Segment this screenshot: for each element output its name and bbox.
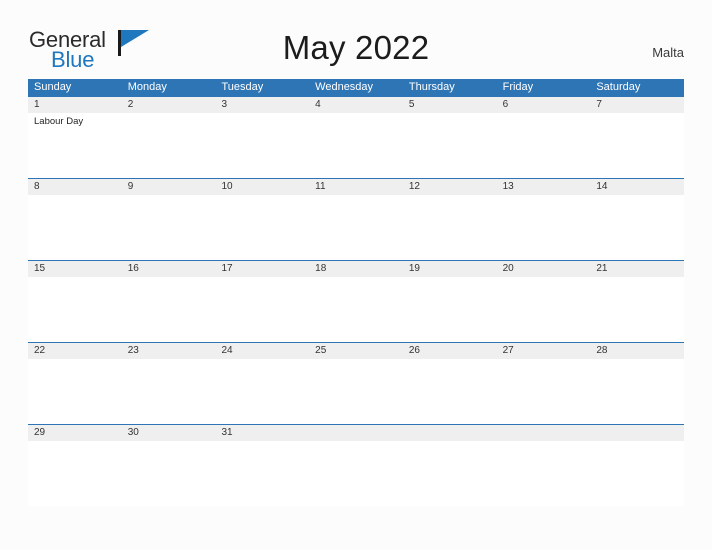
date-number[interactable]: 27 [497, 343, 591, 359]
day-cell[interactable] [122, 441, 216, 506]
date-number[interactable]: 29 [28, 425, 122, 441]
date-number[interactable]: 18 [309, 261, 403, 277]
weekday-header-tuesday: Tuesday [221, 81, 264, 93]
date-number[interactable]: 23 [122, 343, 216, 359]
day-cell[interactable] [497, 359, 591, 424]
date-number[interactable]: 10 [215, 179, 309, 195]
date-number [590, 425, 684, 441]
date-number[interactable]: 19 [403, 261, 497, 277]
date-number[interactable]: 6 [497, 97, 591, 113]
weekday-header-saturday: Saturday [596, 81, 641, 93]
week-row: 8 9 10 11 12 13 14 [28, 178, 684, 260]
day-cell[interactable] [28, 195, 122, 260]
date-number[interactable]: 21 [590, 261, 684, 277]
week-row: 29 30 31 [28, 424, 684, 506]
date-number[interactable]: 22 [28, 343, 122, 359]
date-number[interactable]: 17 [215, 261, 309, 277]
week-body-band [28, 277, 684, 342]
week-body-band [28, 359, 684, 424]
week-date-band: 8 9 10 11 12 13 14 [28, 179, 684, 195]
day-cell[interactable] [497, 277, 591, 342]
weekday-header-sunday: Sunday [34, 81, 72, 93]
week-date-band: 29 30 31 [28, 425, 684, 441]
date-number[interactable]: 30 [122, 425, 216, 441]
day-cell[interactable] [497, 113, 591, 178]
country-label: Malta [652, 45, 684, 60]
date-number[interactable]: 25 [309, 343, 403, 359]
weekday-header-friday: Friday [502, 81, 534, 93]
date-number[interactable]: 20 [497, 261, 591, 277]
day-cell[interactable] [403, 195, 497, 260]
date-number[interactable]: 12 [403, 179, 497, 195]
day-cell-empty [590, 441, 684, 506]
date-number[interactable]: 9 [122, 179, 216, 195]
day-cell-empty [403, 441, 497, 506]
day-cell[interactable] [590, 195, 684, 260]
date-number[interactable]: 16 [122, 261, 216, 277]
date-number[interactable]: 4 [309, 97, 403, 113]
week-date-band: 15 16 17 18 19 20 21 [28, 261, 684, 277]
day-cell[interactable] [215, 359, 309, 424]
day-cell[interactable] [309, 195, 403, 260]
day-cell[interactable] [590, 359, 684, 424]
day-cell[interactable] [215, 195, 309, 260]
week-row: 22 23 24 25 26 27 28 [28, 342, 684, 424]
date-number[interactable]: 24 [215, 343, 309, 359]
day-cell[interactable] [403, 359, 497, 424]
day-cell[interactable] [590, 113, 684, 178]
date-number[interactable]: 2 [122, 97, 216, 113]
week-body-band [28, 195, 684, 260]
page-title: May 2022 [282, 29, 430, 66]
date-number[interactable]: 31 [215, 425, 309, 441]
week-date-band: 22 23 24 25 26 27 28 [28, 343, 684, 359]
date-number[interactable]: 26 [403, 343, 497, 359]
day-cell[interactable] [497, 195, 591, 260]
date-number[interactable]: 28 [590, 343, 684, 359]
day-cell[interactable] [122, 277, 216, 342]
day-cell-empty [309, 441, 403, 506]
date-number[interactable]: 14 [590, 179, 684, 195]
week-row: 1 2 3 4 5 6 7 Labour Day [28, 96, 684, 178]
date-number[interactable]: 11 [309, 179, 403, 195]
day-cell[interactable] [309, 113, 403, 178]
day-cell[interactable] [309, 359, 403, 424]
week-row: 15 16 17 18 19 20 21 [28, 260, 684, 342]
day-cell[interactable] [28, 359, 122, 424]
day-cell-empty [497, 441, 591, 506]
page-header: General Blue May 2022 Malta [0, 0, 712, 78]
date-number [403, 425, 497, 441]
date-number [309, 425, 403, 441]
weekday-header-row: Sunday Monday Tuesday Wednesday Thursday… [28, 79, 684, 96]
day-cell[interactable]: Labour Day [28, 113, 122, 178]
day-cell[interactable] [122, 359, 216, 424]
day-cell[interactable] [215, 277, 309, 342]
day-cell[interactable] [215, 113, 309, 178]
weekday-header-wednesday: Wednesday [315, 81, 374, 93]
event-label: Labour Day [34, 116, 84, 127]
calendar-grid: Sunday Monday Tuesday Wednesday Thursday… [28, 79, 684, 506]
day-cell[interactable] [122, 113, 216, 178]
week-body-band: Labour Day [28, 113, 684, 178]
date-number[interactable]: 15 [28, 261, 122, 277]
week-date-band: 1 2 3 4 5 6 7 [28, 97, 684, 113]
date-number[interactable]: 3 [215, 97, 309, 113]
date-number[interactable]: 8 [28, 179, 122, 195]
day-cell[interactable] [122, 195, 216, 260]
day-cell[interactable] [403, 277, 497, 342]
date-number[interactable]: 13 [497, 179, 591, 195]
date-number [497, 425, 591, 441]
day-cell[interactable] [590, 277, 684, 342]
week-body-band [28, 441, 684, 506]
day-cell[interactable] [215, 441, 309, 506]
date-number[interactable]: 5 [403, 97, 497, 113]
date-number[interactable]: 1 [28, 97, 122, 113]
weekday-header-thursday: Thursday [408, 81, 455, 93]
day-cell[interactable] [28, 277, 122, 342]
date-number[interactable]: 7 [590, 97, 684, 113]
day-cell[interactable] [28, 441, 122, 506]
weekday-header-monday: Monday [127, 81, 167, 93]
day-cell[interactable] [309, 277, 403, 342]
day-cell[interactable] [403, 113, 497, 178]
